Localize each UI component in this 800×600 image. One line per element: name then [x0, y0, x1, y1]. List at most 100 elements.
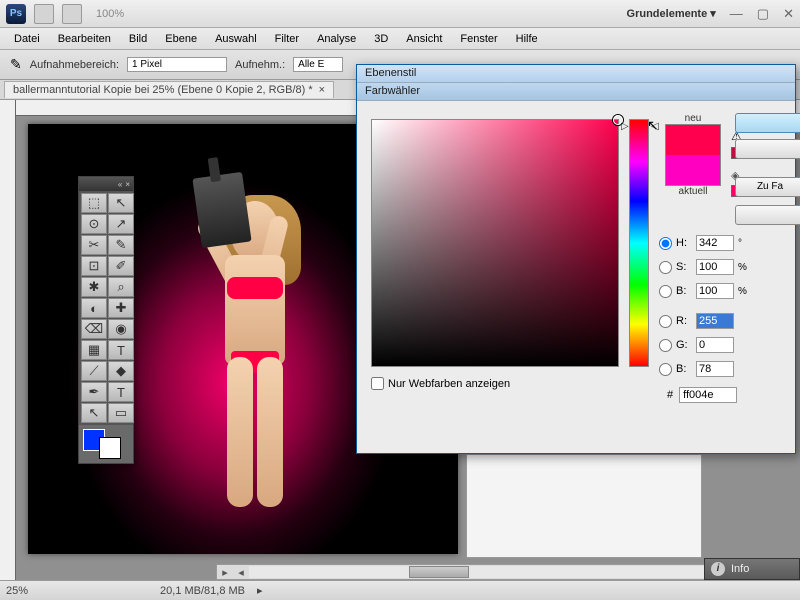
hand-tool[interactable]: ↖ — [81, 403, 107, 423]
red-input[interactable] — [696, 313, 734, 329]
preview-panel — [466, 454, 702, 558]
info-icon: i — [711, 562, 725, 576]
heal-tool[interactable]: ⊡ — [81, 256, 107, 276]
pen-tool[interactable]: ▦ — [81, 340, 107, 360]
green-label: G: — [676, 339, 692, 351]
ok-button[interactable] — [735, 113, 800, 133]
wand-tool[interactable]: ↗ — [108, 214, 134, 234]
preview-current-label: aktuell — [665, 186, 721, 197]
blue-input[interactable] — [696, 361, 734, 377]
menu-hilfe[interactable]: Hilfe — [508, 31, 546, 47]
status-memory: 20,1 MB/81,8 MB — [160, 585, 245, 597]
close-button[interactable]: ✕ — [783, 6, 794, 22]
stamp-tool[interactable]: ✱ — [81, 277, 107, 297]
shape-tool[interactable]: ◆ — [108, 361, 134, 381]
workspace-switcher[interactable]: Grundelemente ▾ — [627, 7, 716, 20]
eraser-tool[interactable]: ◐ — [81, 298, 107, 318]
sat-radio[interactable] — [659, 261, 672, 274]
zoom-tool[interactable]: ▭ — [108, 403, 134, 423]
eyedropper-icon[interactable]: ✎ — [10, 56, 22, 73]
bright-input[interactable] — [696, 283, 734, 299]
toolbox-collapse-icon[interactable]: « — [118, 180, 122, 189]
menu-fenster[interactable]: Fenster — [452, 31, 505, 47]
preview-new-swatch[interactable] — [666, 125, 720, 155]
menu-ebene[interactable]: Ebene — [157, 31, 205, 47]
tab-close-icon[interactable]: × — [319, 84, 325, 96]
bridge-button[interactable] — [34, 4, 54, 24]
blue-radio[interactable] — [659, 363, 672, 376]
move-tool[interactable]: ↖ — [108, 193, 134, 213]
toolbox: « × ⬚ ↖ ⊙ ↗ ✂ ✎ ⊡ ✐ ✱ ⌕ ◐ ✚ ⌫ ◉ ▦ T ⟋ ◆ … — [78, 176, 134, 464]
hue-slider[interactable] — [629, 119, 649, 367]
menu-auswahl[interactable]: Auswahl — [207, 31, 265, 47]
lasso-tool[interactable]: ⊙ — [81, 214, 107, 234]
bright-radio[interactable] — [659, 285, 672, 298]
sample2-label: Aufnehm.: — [235, 59, 285, 71]
red-radio[interactable] — [659, 315, 672, 328]
menubar: Datei Bearbeiten Bild Ebene Auswahl Filt… — [0, 28, 800, 50]
3d-camera-tool[interactable]: T — [108, 382, 134, 402]
sample-from-select[interactable]: Alle E — [293, 57, 343, 72]
preview-old-swatch[interactable] — [666, 155, 720, 185]
gradient-tool[interactable]: ✚ — [108, 298, 134, 318]
eyedropper-tool[interactable]: ✎ — [108, 235, 134, 255]
scroll-left-icon[interactable]: ▸ — [217, 566, 233, 579]
hex-input[interactable] — [679, 387, 737, 403]
add-swatch-button[interactable]: Zu Fa — [735, 177, 800, 197]
menu-bild[interactable]: Bild — [121, 31, 155, 47]
sat-unit: % — [738, 262, 752, 273]
3d-tool[interactable]: ✒ — [81, 382, 107, 402]
info-panel[interactable]: i Info — [704, 558, 800, 580]
crop-tool[interactable]: ✂ — [81, 235, 107, 255]
menu-analyse[interactable]: Analyse — [309, 31, 364, 47]
brush-tool[interactable]: ✐ — [108, 256, 134, 276]
hue-radio[interactable] — [659, 237, 672, 250]
hue-arrow-left-icon: ▷ — [621, 121, 629, 132]
sample-size-select[interactable]: 1 Pixel — [127, 57, 227, 72]
menu-ansicht[interactable]: Ansicht — [398, 31, 450, 47]
menu-datei[interactable]: Datei — [6, 31, 48, 47]
ruler-vertical[interactable] — [0, 100, 16, 580]
hue-input[interactable] — [696, 235, 734, 251]
hue-unit: ° — [738, 238, 752, 249]
minimize-button[interactable]: — — [730, 6, 743, 21]
type-tool[interactable]: T — [108, 340, 134, 360]
app-logo: Ps — [6, 4, 26, 24]
document-tab[interactable]: ballermanntutorial Kopie bei 25% (Ebene … — [4, 81, 334, 98]
toolbox-header[interactable]: « × — [79, 177, 133, 191]
web-colors-only[interactable]: Nur Webfarben anzeigen — [371, 377, 510, 390]
dialog-title-layerstyle[interactable]: Ebenenstil — [357, 65, 795, 83]
dialog-title-colorpicker[interactable]: Farbwähler — [357, 83, 795, 101]
color-fields: H:° S:% B:% R: G: B: — [659, 231, 752, 381]
libraries-button[interactable] — [735, 205, 800, 225]
background-swatch[interactable] — [99, 437, 121, 459]
hue-arrow-right-icon: ◁ — [651, 121, 659, 132]
cancel-button[interactable] — [735, 139, 800, 159]
sat-input[interactable] — [696, 259, 734, 275]
menu-bearbeiten[interactable]: Bearbeiten — [50, 31, 119, 47]
hue-label: H: — [676, 237, 692, 249]
scroll-left2-icon[interactable]: ◂ — [233, 566, 249, 579]
status-zoom[interactable]: 25% — [6, 585, 28, 597]
layout-button[interactable] — [62, 4, 82, 24]
menu-filter[interactable]: Filter — [267, 31, 307, 47]
hex-row: # — [667, 387, 737, 403]
bright-label: B: — [676, 285, 692, 297]
status-chevron-icon[interactable]: ▸ — [257, 584, 263, 597]
history-brush-tool[interactable]: ⌕ — [108, 277, 134, 297]
marquee-tool[interactable]: ⬚ — [81, 193, 107, 213]
sat-label: S: — [676, 261, 692, 273]
blur-tool[interactable]: ⌫ — [81, 319, 107, 339]
saturation-field[interactable] — [371, 119, 619, 367]
web-colors-checkbox[interactable] — [371, 377, 384, 390]
menu-3d[interactable]: 3D — [366, 31, 396, 47]
canvas-figure — [191, 201, 311, 511]
zoom-percent[interactable]: 100% — [96, 8, 124, 20]
maximize-button[interactable]: ▢ — [757, 6, 769, 22]
green-radio[interactable] — [659, 339, 672, 352]
toolbox-close-icon[interactable]: × — [125, 180, 130, 189]
dodge-tool[interactable]: ◉ — [108, 319, 134, 339]
path-select-tool[interactable]: ⟋ — [81, 361, 107, 381]
green-input[interactable] — [696, 337, 734, 353]
preview-new-label: neu — [665, 113, 721, 124]
